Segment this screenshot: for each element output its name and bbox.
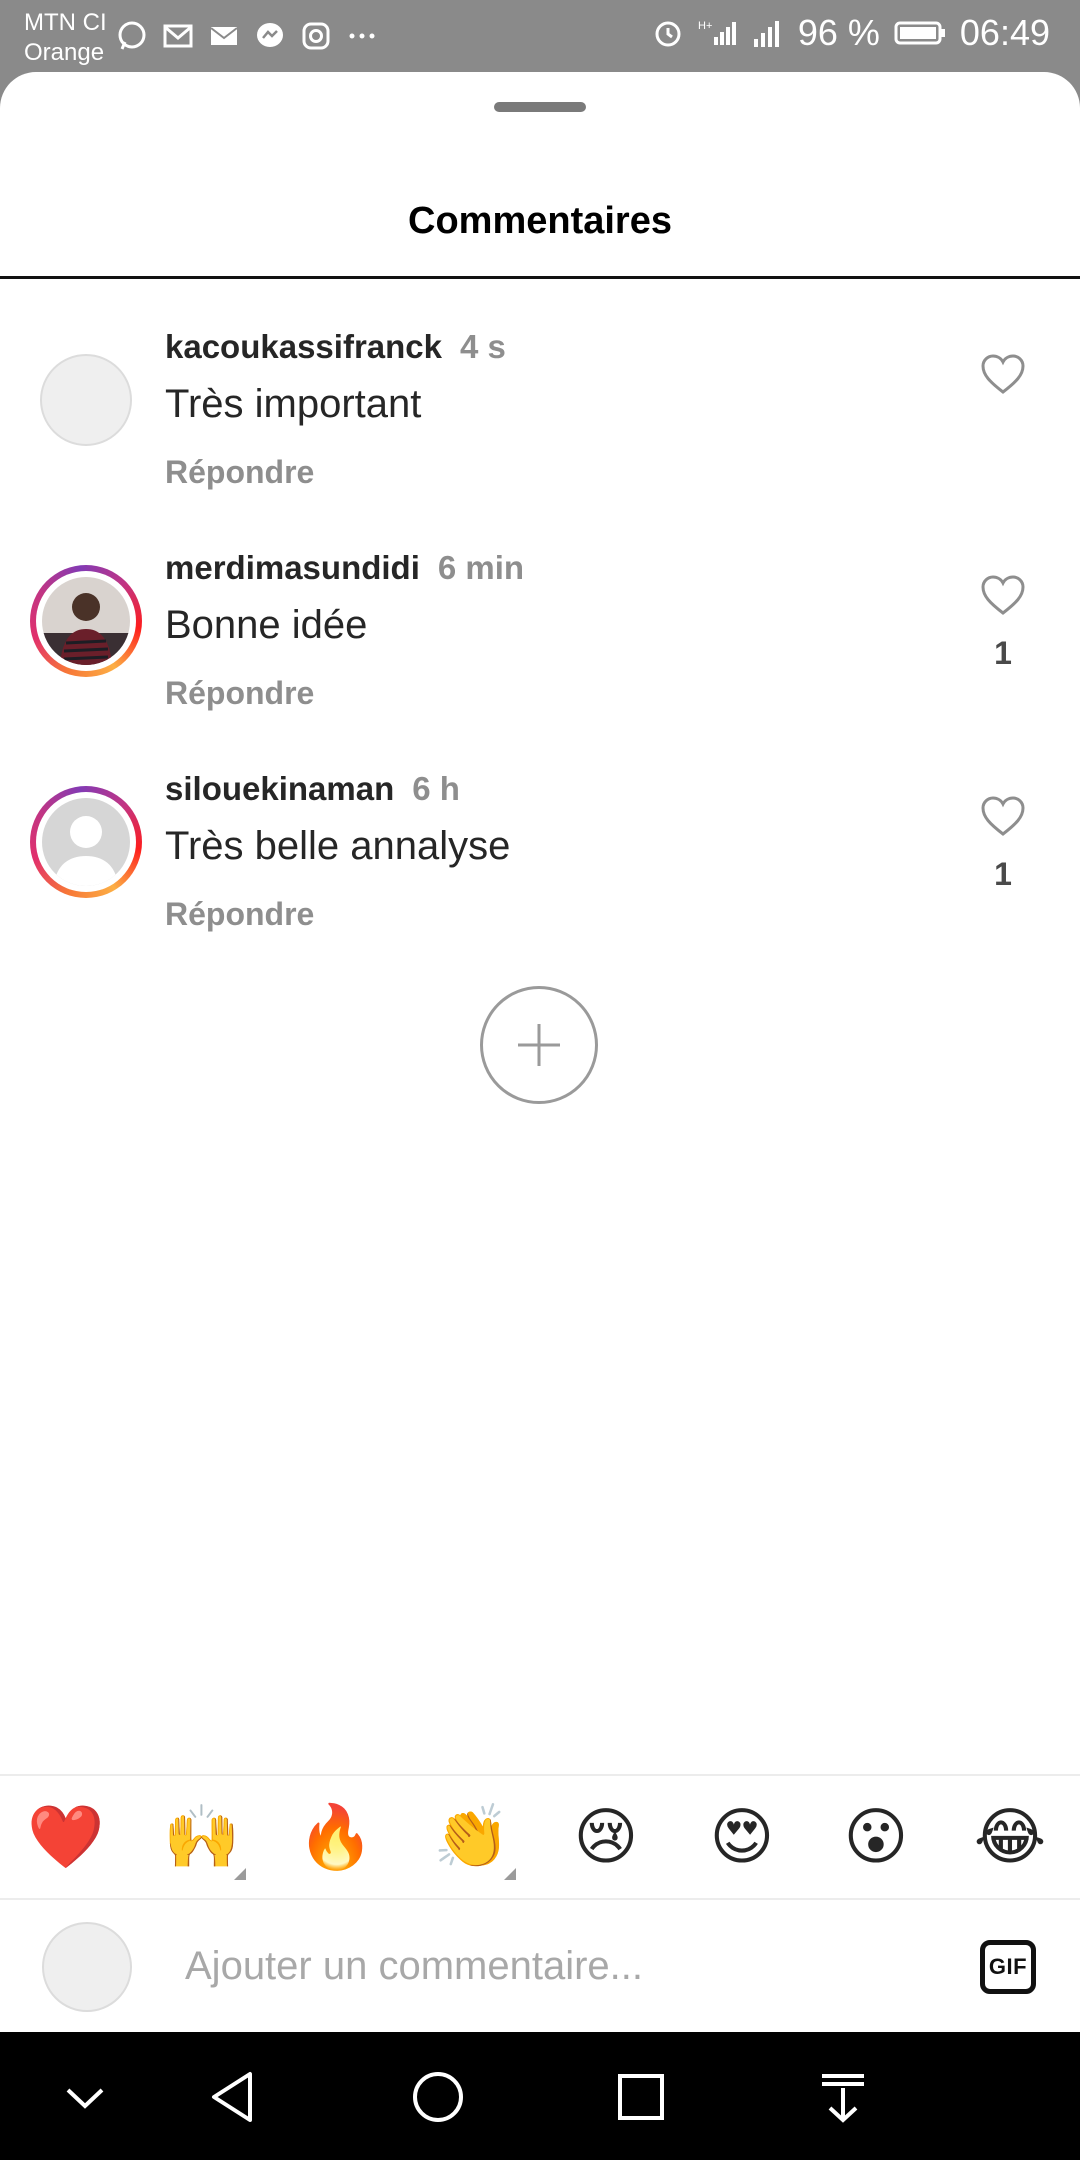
chevron-down-icon[interactable]	[50, 2062, 120, 2132]
data-icon: H+	[698, 20, 736, 45]
comment-text: Bonne idée	[165, 603, 368, 647]
heart-icon[interactable]	[980, 352, 1026, 398]
status-bar: MTN CI Orange H+ 96 % 06:49	[0, 0, 1080, 72]
skin-tone-indicator	[504, 1868, 516, 1880]
reply-button[interactable]: Répondre	[165, 454, 314, 491]
recents-icon[interactable]	[606, 2062, 676, 2132]
emoji-surprised-face[interactable]: 😮	[836, 1798, 916, 1878]
like-count: 1	[994, 635, 1012, 671]
comment-composer: GIF	[0, 1898, 1080, 2030]
whatsapp-icon	[118, 21, 146, 50]
avatar	[42, 1922, 132, 2012]
person-photo-icon	[42, 577, 130, 665]
emoji-heart-eyes[interactable]: 😍	[702, 1798, 782, 1878]
gif-button[interactable]: GIF	[980, 1940, 1036, 1994]
comment-time: 6 min	[437, 549, 525, 586]
sheet-drag-handle[interactable]	[494, 102, 586, 112]
more-icon	[349, 33, 375, 39]
comment-author-line: silouekinaman 6 h	[165, 770, 460, 808]
sheet-title: Commentaires	[408, 200, 672, 242]
comment-item: merdimasundidi 6 min Bonne idée Répondre …	[0, 525, 1080, 745]
profile-photo	[42, 798, 130, 886]
clock: 06:49	[959, 12, 1050, 53]
comment-text: Très belle annalyse	[165, 824, 511, 868]
mail-icon	[210, 27, 238, 45]
back-icon[interactable]	[200, 2062, 270, 2132]
comment-time: 4 s	[460, 328, 506, 365]
instagram-icon	[302, 22, 330, 50]
system-status: H+ 96 % 06:49	[652, 12, 1050, 54]
home-icon[interactable]	[403, 2062, 473, 2132]
battery-icon	[894, 21, 945, 45]
like-count: 1	[994, 856, 1012, 892]
reply-button[interactable]: Répondre	[165, 896, 314, 933]
avatar[interactable]	[30, 786, 142, 898]
comments-sheet: Commentaires kacoukassifranck 4 s Très im…	[0, 72, 1080, 2032]
skin-tone-indicator	[234, 1868, 246, 1880]
carrier-line-2: Orange	[24, 39, 105, 66]
default-user-icon	[42, 798, 130, 886]
messenger-icon	[257, 23, 283, 47]
emoji-clapping-hands[interactable]: 👏	[432, 1798, 512, 1878]
comment-author-line: merdimasundidi 6 min	[165, 549, 524, 587]
emoji-laughing-face[interactable]: 😂	[970, 1798, 1050, 1878]
plus-icon	[518, 1024, 560, 1066]
avatar[interactable]	[40, 354, 132, 446]
load-more-button[interactable]	[480, 986, 598, 1104]
battery-percent: 96 %	[797, 12, 880, 53]
emoji-heart[interactable]: ❤️	[26, 1798, 106, 1878]
comment-author-line: kacoukassifranck 4 s	[165, 328, 506, 366]
emoji-quick-bar: ❤️ 🙌 🔥 👏 😢 😍 😮 😂	[0, 1774, 1080, 1898]
comment-item: silouekinaman 6 h Très belle annalyse Rép…	[0, 746, 1080, 966]
notification-icons	[116, 20, 378, 52]
heart-icon[interactable]	[980, 573, 1026, 619]
svg-text:H+: H+	[698, 20, 712, 32]
carrier-label: MTN CI Orange	[24, 8, 107, 68]
heart-icon[interactable]	[980, 794, 1026, 840]
emoji-crying-face[interactable]: 😢	[566, 1798, 646, 1878]
system-nav-bar	[0, 2032, 1080, 2160]
alarm-icon	[655, 21, 681, 47]
notification-pull-icon[interactable]	[808, 2062, 878, 2132]
emoji-fire[interactable]: 🔥	[296, 1798, 376, 1878]
comment-username[interactable]: merdimasundidi	[165, 549, 420, 586]
gmail-icon	[163, 24, 193, 48]
comment-username[interactable]: kacoukassifranck	[165, 328, 442, 365]
title-divider	[0, 276, 1080, 279]
comment-item: kacoukassifranck 4 s Très important Répon…	[0, 304, 1080, 524]
comment-username[interactable]: silouekinaman	[165, 770, 394, 807]
carrier-line-1: MTN CI	[24, 9, 107, 36]
comment-text: Très important	[165, 382, 422, 426]
signal-icon	[753, 21, 779, 47]
comment-time: 6 h	[412, 770, 460, 807]
reply-button[interactable]: Répondre	[165, 675, 314, 712]
profile-photo	[42, 577, 130, 665]
comment-input[interactable]	[185, 1934, 945, 1998]
avatar[interactable]	[30, 565, 142, 677]
emoji-raised-hands[interactable]: 🙌	[162, 1798, 242, 1878]
